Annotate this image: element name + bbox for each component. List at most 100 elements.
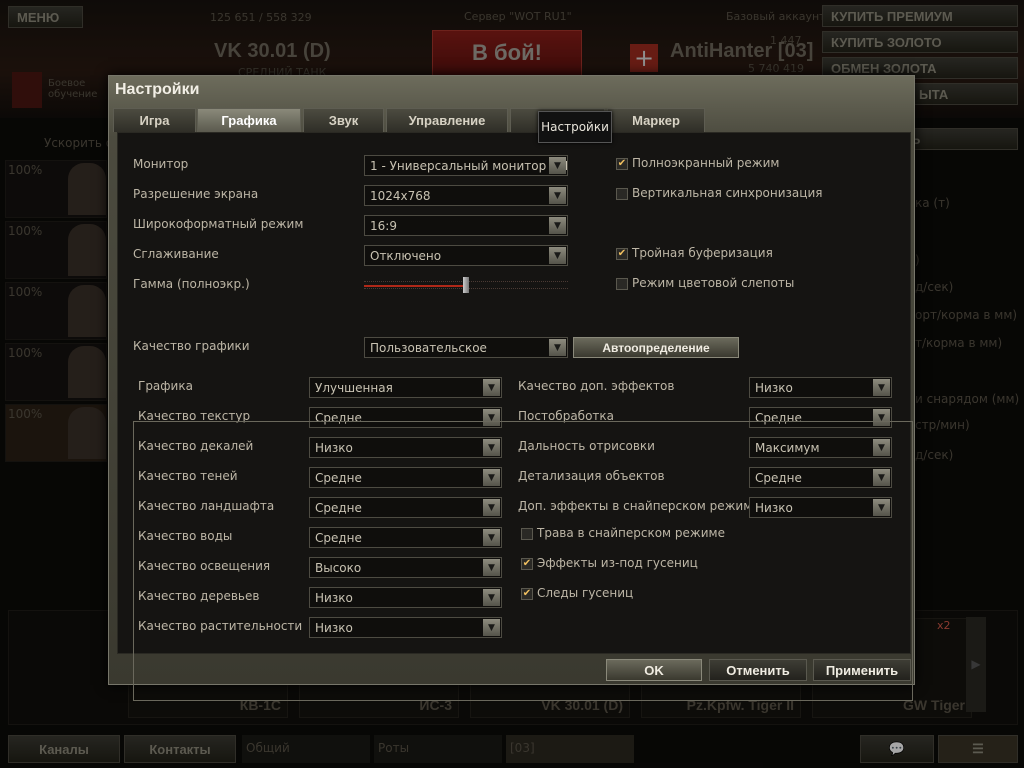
setting-label: Сглаживание	[133, 247, 219, 261]
crew-skill-percent: 100%	[8, 224, 43, 238]
crew-member[interactable]: 100%	[5, 404, 107, 462]
tab-6[interactable]: Маркер	[607, 108, 705, 132]
tank-badge: x2	[937, 619, 951, 632]
select-value: 1 - Универсальный монитор PnP	[370, 158, 568, 173]
chat-tab-label: Роты	[378, 741, 410, 755]
crew-skill-percent: 100%	[8, 346, 43, 360]
tank-stat-label: т/корма в мм)	[915, 336, 1003, 350]
ok-button[interactable]: OK	[606, 659, 702, 681]
chat-tab[interactable]: [03]	[506, 735, 634, 763]
select-value: Улучшенная	[315, 380, 393, 395]
tank-stat-label: и снарядом (мм)	[915, 392, 1020, 406]
chevron-down-icon[interactable]: ▼	[549, 247, 566, 264]
menu-button[interactable]: МЕНЮ	[8, 6, 83, 28]
settings-dialog: Настройки Игра Графика Звук Управление Марке…	[108, 75, 915, 701]
advanced-setting-select[interactable]: Низко ▼	[749, 377, 892, 398]
tab-1[interactable]: Игра	[113, 108, 196, 132]
tab-2[interactable]: Графика	[197, 108, 301, 132]
cancel-label: Отменить	[726, 662, 790, 678]
gamma-label: Гамма (полноэкр.)	[133, 277, 250, 291]
chevron-down-icon[interactable]: ▼	[549, 217, 566, 234]
select-value: 16:9	[370, 218, 397, 233]
tank-stat-label: стр/мин)	[915, 418, 970, 432]
crew-skill-percent: 100%	[8, 407, 43, 421]
xp-counter: 125 651 / 558 329	[210, 11, 312, 24]
contacts-label: Контакты	[149, 741, 211, 757]
chevron-down-icon[interactable]: ▼	[549, 187, 566, 204]
server-label: Сервер "WOT RU1"	[464, 10, 572, 23]
advanced-setting-select[interactable]: Улучшенная ▼	[309, 377, 502, 398]
tab-label: Маркер	[632, 113, 680, 128]
tab-label: Графика	[221, 113, 277, 128]
setting-label: Монитор	[133, 157, 189, 171]
crew-member[interactable]: 100%	[5, 282, 107, 340]
tab-4[interactable]: Управление	[386, 108, 508, 132]
gamma-slider-handle[interactable]	[463, 277, 469, 293]
tank-stat-label: орт/корма в мм)	[915, 308, 1018, 322]
setting-select[interactable]: 1 - Универсальный монитор PnP ▼	[364, 155, 568, 176]
crew-member[interactable]: 100%	[5, 221, 107, 279]
chat-tab[interactable]: Роты	[374, 735, 502, 763]
auto-detect-button[interactable]: Автоопределение	[573, 337, 739, 358]
setting-select[interactable]: Отключено ▼	[364, 245, 568, 266]
chat-tab-label: [03]	[510, 741, 535, 755]
select-value: Отключено	[370, 248, 442, 263]
chevron-down-icon[interactable]: ▼	[549, 339, 566, 356]
ok-label: OK	[644, 662, 664, 678]
apply-button[interactable]: Применить	[813, 659, 911, 681]
tank-stat-label: д/сек)	[915, 280, 954, 294]
advanced-setting-label: Качество доп. эффектов	[518, 379, 675, 393]
select-value: Низко	[755, 380, 793, 395]
display-option-checkbox[interactable]	[616, 278, 628, 290]
dialog-title: Настройки	[115, 81, 200, 98]
chevron-down-icon[interactable]: ▼	[483, 379, 500, 396]
contacts-button[interactable]: Контакты	[124, 735, 236, 763]
display-option-label: Полноэкранный режим	[632, 156, 780, 170]
credits-amount: 5 740 419	[748, 62, 804, 75]
setting-select[interactable]: 1024x768 ▼	[364, 185, 568, 206]
chevron-down-icon[interactable]: ▼	[873, 379, 890, 396]
channels-button[interactable]: Каналы	[8, 735, 120, 763]
crew-portrait	[68, 407, 106, 459]
buy-gold-button[interactable]: КУПИТЬ ЗОЛОТО	[822, 31, 1018, 53]
graphics-quality-select[interactable]: Пользовательское ▼	[364, 337, 568, 358]
buy-premium-button[interactable]: КУПИТЬ ПРЕМИУМ	[822, 5, 1018, 27]
training-label[interactable]: Боевое обучение	[48, 78, 98, 100]
display-option-label: Тройная буферизация	[632, 246, 773, 260]
carousel-next-arrow-icon[interactable]: ▶	[966, 617, 986, 712]
display-option-label: Вертикальная синхронизация	[632, 186, 823, 200]
battle-button[interactable]: В бой!	[432, 30, 582, 76]
menu-label: МЕНЮ	[17, 9, 60, 25]
tab-label: Управление	[408, 113, 486, 128]
crew-member[interactable]: 100%	[5, 160, 107, 218]
tab-3[interactable]: Звук	[303, 108, 384, 132]
tank-stat-label: )	[915, 253, 920, 267]
crew-member[interactable]: 100%	[5, 343, 107, 401]
crew-portrait	[68, 224, 106, 276]
display-option-label: Режим цветовой слепоты	[632, 276, 795, 290]
setting-label: Широкоформатный режим	[133, 217, 304, 231]
chevron-down-icon[interactable]: ▼	[549, 157, 566, 174]
channels-label: Каналы	[39, 741, 89, 757]
graphics-panel: Монитор 1 - Универсальный монитор PnP ▼ Раз…	[117, 132, 913, 701]
tank-stat-label: ка (т)	[915, 196, 950, 210]
chat-notifications-icon[interactable]: 💬	[860, 735, 934, 763]
select-value: 1024x768	[370, 188, 431, 203]
chat-tab[interactable]: Общий	[242, 735, 370, 763]
display-option-checkbox[interactable]	[616, 188, 628, 200]
tab-label: Игра	[139, 113, 170, 128]
gamma-slider-fill	[364, 285, 466, 287]
cancel-button[interactable]: Отменить	[709, 659, 807, 681]
setting-select[interactable]: 16:9 ▼	[364, 215, 568, 236]
buy-premium-label: КУПИТЬ ПРЕМИУМ	[831, 8, 953, 24]
crew-portrait	[68, 346, 106, 398]
tank-name: VK 30.01 (D)	[214, 40, 331, 62]
account-type: Базовый аккаунт	[726, 10, 826, 23]
crew-portrait	[68, 163, 106, 215]
display-option-checkbox[interactable]: ✔	[616, 158, 628, 170]
battle-label: В бой!	[472, 40, 542, 65]
advanced-setting-label: Графика	[138, 379, 193, 393]
list-menu-icon[interactable]: ☰	[938, 735, 1018, 763]
gamma-slider[interactable]	[364, 277, 568, 293]
display-option-checkbox[interactable]: ✔	[616, 248, 628, 260]
